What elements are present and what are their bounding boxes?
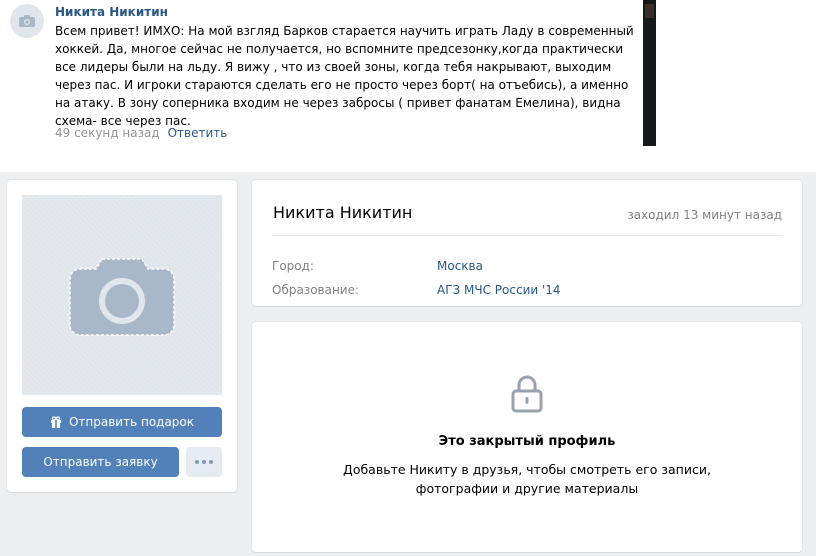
profile-avatar-card: Отправить подарок Отправить заявку: [7, 180, 237, 492]
lock-icon: [511, 375, 543, 413]
more-dots-icon: [195, 460, 213, 464]
gift-icon: [50, 416, 62, 428]
comment-text-line: на атаку. В зону соперника входим не чер…: [55, 96, 621, 110]
private-description-line: Добавьте Никиту в друзья, чтобы смотреть…: [343, 462, 711, 477]
more-actions-button[interactable]: [186, 447, 222, 477]
info-label-city: Город:: [272, 259, 314, 273]
comment-meta: 49 секунд назад Ответить: [55, 126, 227, 140]
info-value-city[interactable]: Москва: [437, 259, 483, 273]
send-friend-request-button[interactable]: Отправить заявку: [22, 447, 179, 477]
comment-text: Всем привет! ИМХО: На мой взгляд Барков …: [55, 22, 635, 130]
comment-text-line: хоккей. Да, многое сейчас не получается,…: [55, 42, 624, 56]
comment-reply-link[interactable]: Ответить: [168, 126, 228, 140]
info-label-education: Образование:: [272, 283, 360, 297]
send-request-label: Отправить заявку: [43, 455, 158, 469]
profile-area: Отправить подарок Отправить заявку Никит…: [0, 172, 816, 556]
comment-text-line: все лидеры были на льду. Я вижу , что из…: [55, 60, 612, 74]
profile-photo[interactable]: [22, 195, 222, 395]
side-image-strip: [643, 0, 656, 146]
comment-avatar[interactable]: [10, 4, 44, 38]
camera-icon: [19, 15, 35, 27]
profile-name: Никита Никитин: [273, 203, 413, 222]
comment-text-line: через пас. И игроки стараются сделать ег…: [55, 78, 629, 92]
info-value-education[interactable]: АГЗ МЧС России '14: [437, 283, 561, 297]
comment-author[interactable]: Никита Никитин: [55, 5, 168, 19]
comment-time[interactable]: 49 секунд назад: [55, 126, 160, 140]
comment: Никита Никитин Всем привет! ИМХО: На мой…: [0, 0, 816, 172]
private-profile-card: Это закрытый профиль Добавьте Никиту в д…: [252, 322, 802, 552]
profile-info-card: Никита Никитин заходил 13 минут назад Го…: [252, 180, 802, 306]
private-profile-description: Добавьте Никиту в друзья, чтобы смотреть…: [252, 460, 802, 498]
divider: [272, 235, 782, 236]
send-gift-button[interactable]: Отправить подарок: [22, 407, 222, 437]
comment-text-line: Всем привет! ИМХО: На мой взгляд Барков …: [55, 24, 634, 38]
send-gift-label: Отправить подарок: [68, 415, 195, 429]
last-seen-status: заходил 13 минут назад: [627, 208, 782, 222]
side-image-strip-detail: [645, 4, 654, 18]
private-description-line: фотографии и другие материалы: [415, 481, 639, 496]
camera-icon: [69, 258, 175, 336]
private-profile-title: Это закрытый профиль: [438, 434, 616, 449]
